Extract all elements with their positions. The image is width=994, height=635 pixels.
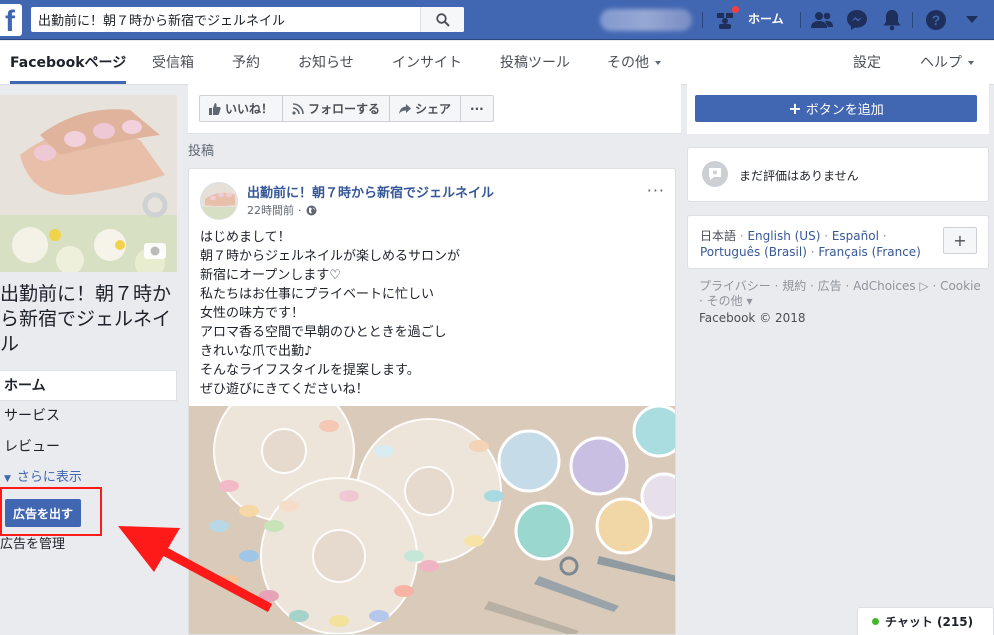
rating-card: まだ評価はありません	[687, 147, 989, 202]
more-languages-plus-icon[interactable]: +	[943, 227, 977, 254]
search-button[interactable]	[420, 7, 464, 32]
help-label: ヘルプ	[920, 55, 962, 71]
friend-requests-icon[interactable]	[810, 8, 834, 32]
rating-status-text: まだ評価はありません	[739, 169, 859, 183]
page-manager-icon[interactable]	[713, 5, 740, 32]
follow-label: フォローする	[308, 102, 381, 116]
chat-tab[interactable]: チャット (215)	[857, 607, 994, 635]
post-options-button[interactable]: ···	[647, 181, 665, 200]
page-navigation: Facebookページ 受信箱 予約 お知らせ インサイト 投稿ツール その他 …	[0, 41, 994, 85]
follow-button[interactable]: フォローする	[283, 96, 391, 121]
avatar-image	[201, 183, 237, 219]
help-link[interactable]: ヘルプ	[920, 41, 974, 84]
language-link[interactable]: Português (Brasil)	[700, 245, 807, 259]
annotation-arrow-icon	[118, 526, 273, 612]
divider	[912, 12, 913, 28]
divider	[702, 12, 703, 28]
share-label: シェア	[415, 102, 452, 116]
current-language: 日本語	[700, 229, 737, 243]
top-bar: f ホーム ?	[0, 0, 994, 40]
notification-badge	[731, 5, 740, 14]
post-line: ぜひ遊びにきてくださいね！	[200, 382, 369, 397]
divider	[800, 12, 801, 28]
chevron-down-icon: ▼	[4, 474, 11, 484]
promote-button[interactable]: 広告を出す	[5, 499, 81, 527]
tab-insights[interactable]: インサイト	[392, 41, 462, 84]
more-actions-button[interactable]: ···	[461, 96, 493, 121]
page-action-buttons: いいね！ フォローする シェア ···	[199, 95, 494, 122]
post-line: アロマ香る空間で早朝のひとときを過ごし	[200, 325, 447, 340]
left-nav-home[interactable]: ホーム	[0, 370, 177, 401]
online-status-dot-icon	[872, 618, 879, 625]
account-menu-chevron-down-icon[interactable]	[960, 8, 984, 32]
post-line: はじめまして！	[200, 230, 291, 245]
tab-publishing-tools[interactable]: 投稿ツール	[500, 41, 570, 84]
thumbs-up-icon	[209, 102, 221, 115]
globe-icon	[306, 205, 316, 215]
footer-links[interactable]: プライバシー · 規約 · 広告 · AdChoices ▷ · Cookie …	[699, 279, 984, 309]
language-link[interactable]: Español	[832, 229, 879, 243]
post-line: 新宿にオープンします♡	[200, 268, 341, 283]
post-author-name[interactable]: 出勤前に！朝７時から新宿でジェルネイル	[247, 182, 494, 201]
add-button-label: ボタンを追加	[805, 103, 884, 118]
tab-notifications[interactable]: お知らせ	[298, 41, 354, 84]
language-list: 日本語 · English (US) · Español · Português…	[700, 229, 921, 259]
post-time-label: 22時間前	[247, 204, 294, 217]
left-navigation: ホーム サービス レビュー	[0, 370, 177, 463]
home-link[interactable]: ホーム	[748, 10, 784, 27]
nail-photo-image	[0, 95, 177, 272]
page-actions-bar: いいね！ フォローする シェア ···	[188, 84, 681, 134]
share-button[interactable]: シェア	[390, 96, 462, 121]
tab-inbox[interactable]: 受信箱	[152, 41, 194, 84]
tab-more[interactable]: その他	[607, 41, 661, 84]
messenger-icon[interactable]	[845, 8, 869, 32]
search-bar	[31, 7, 464, 32]
review-speech-bubble-icon	[702, 161, 728, 187]
chevron-down-icon	[655, 61, 661, 65]
search-input[interactable]	[31, 7, 421, 32]
like-button[interactable]: いいね！	[200, 96, 284, 121]
notifications-bell-icon[interactable]	[880, 8, 904, 32]
copyright-text: Facebook © 2018	[699, 311, 806, 325]
chat-label: チャット (215)	[885, 615, 974, 629]
post-line: きれいな爪で出勤♪	[200, 344, 313, 359]
see-more-label: さらに表示	[16, 470, 82, 485]
profile-link-blurred[interactable]	[600, 9, 692, 31]
left-nav-reviews[interactable]: レビュー	[0, 432, 177, 463]
page-title[interactable]: 出勤前に！朝７時から新宿でジェルネイル	[0, 282, 182, 357]
settings-link[interactable]: 設定	[853, 41, 881, 84]
post-timestamp[interactable]: 22時間前 ·	[247, 202, 317, 218]
add-button-cta[interactable]: + ボタンを追加	[695, 95, 977, 122]
svg-text:?: ?	[932, 12, 941, 28]
post-line: 朝７時からジェルネイルが楽しめるサロンが	[200, 249, 461, 264]
search-icon	[435, 12, 450, 27]
language-link[interactable]: Français (France)	[818, 245, 921, 259]
facebook-logo-icon[interactable]: f	[0, 4, 22, 36]
like-label: いいね！	[225, 102, 274, 116]
profile-picture[interactable]	[0, 95, 177, 272]
left-nav-services[interactable]: サービス	[0, 401, 177, 432]
posts-section-heading: 投稿	[188, 144, 215, 159]
quick-help-icon[interactable]: ?	[924, 8, 948, 32]
chevron-down-icon	[968, 61, 974, 65]
rss-follow-icon	[292, 102, 304, 115]
language-selector-card: 日本語 · English (US) · Español · Português…	[687, 215, 989, 269]
post-line: 私たちはお仕事にプライベートに忙しい	[200, 287, 435, 302]
share-arrow-icon	[399, 103, 412, 114]
manage-ads-link[interactable]: 広告を管理	[0, 533, 65, 552]
language-link[interactable]: English (US)	[747, 229, 820, 243]
post-author-avatar[interactable]	[200, 182, 238, 220]
separator-dot: ·	[298, 203, 302, 217]
post-line: そんなライフスタイルを提案します。	[200, 363, 420, 378]
tab-facebook-page[interactable]: Facebookページ	[10, 41, 127, 84]
tab-more-label: その他	[607, 55, 649, 71]
plus-icon: +	[788, 99, 802, 118]
see-more-link[interactable]: ▼ さらに表示	[4, 466, 82, 485]
tab-appointments[interactable]: 予約	[232, 41, 260, 84]
post-line: 女性の味方です！	[200, 306, 305, 321]
post-text: はじめまして！ 朝７時からジェルネイルが楽しめるサロンが 新宿にオープンします♡…	[200, 228, 670, 399]
